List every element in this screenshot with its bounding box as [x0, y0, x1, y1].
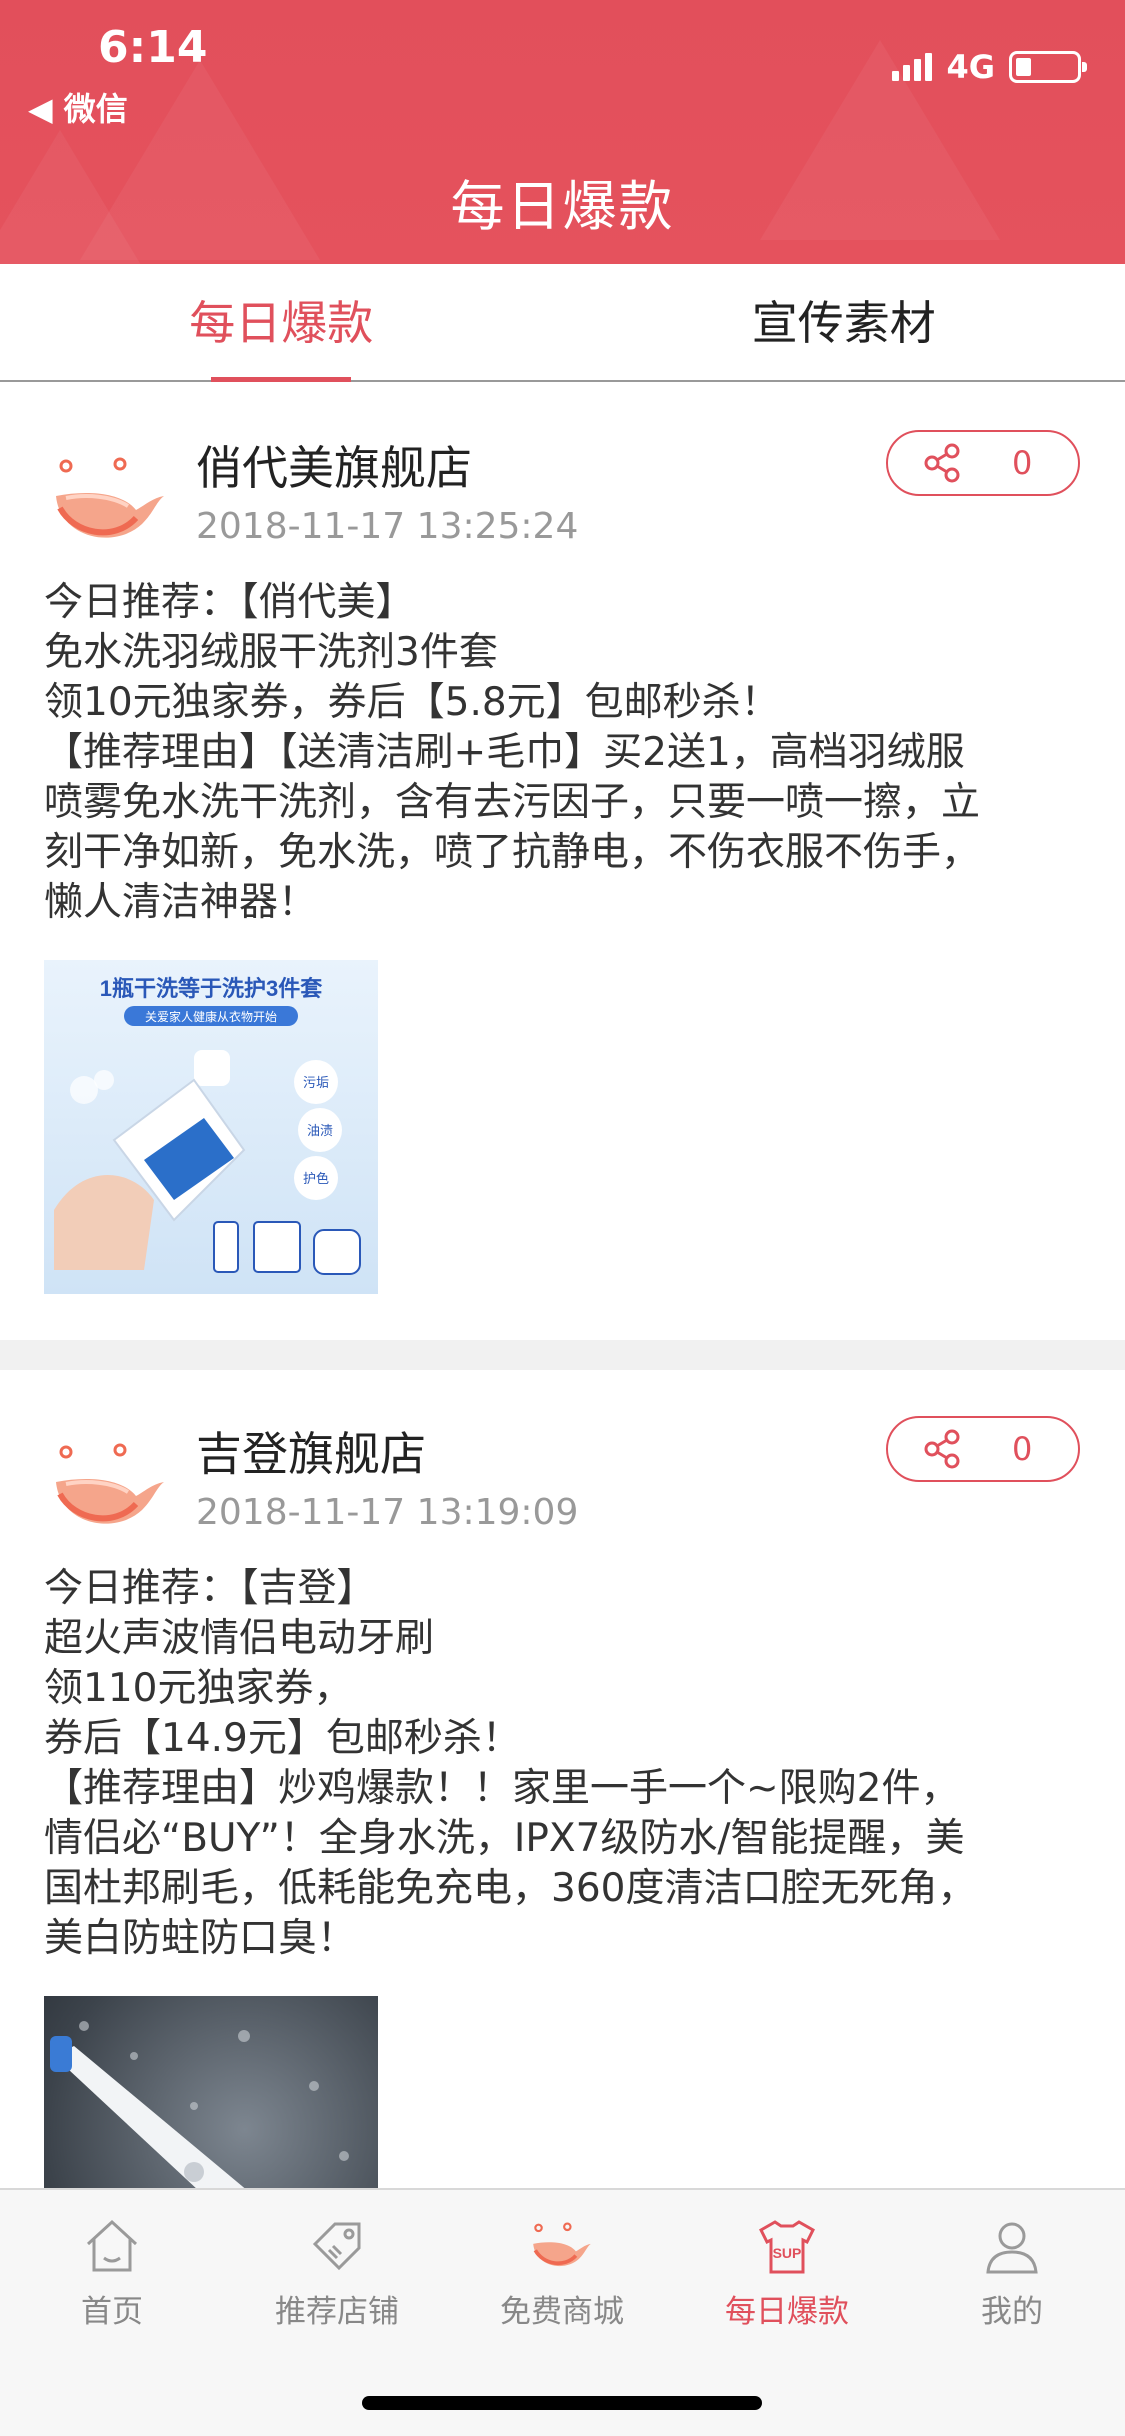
description-line: 懒人清洁神器！	[44, 880, 318, 925]
feature-tag: 护色	[303, 1171, 329, 1186]
post-description: 今日推荐：【俏代美】 免水洗羽绒服干洗剂3件套 领10元独家券，券后【5.8元】…	[44, 578, 1084, 928]
header-bar: 6:14 ◀ 微信 4G 每日爆款	[0, 0, 1125, 264]
home-icon	[86, 2219, 138, 2272]
feature-tag: 污垢	[303, 1075, 329, 1090]
product-image-dry-cleaner[interactable]: 1瓶干洗等于洗护3件套 关爱家人健康从衣物开始 污垢 油渍 护色	[44, 960, 378, 1294]
battery-level	[1016, 58, 1031, 76]
description-line: 刻干净如新，免水洗，喷了抗静电，不伤衣服不伤手，	[44, 830, 981, 875]
card-separator	[0, 1340, 1125, 1370]
nav-label: 每日爆款	[725, 2294, 849, 2330]
active-tab-underline	[211, 377, 352, 382]
nav-label: 推荐店铺	[275, 2294, 399, 2330]
post-timestamp: 2018-11-17 13:25:24	[196, 506, 579, 547]
description-line: 【推荐理由】炒鸡爆款！！家里一手一个~限购2件，	[44, 1766, 960, 1811]
nav-label: 我的	[981, 2294, 1043, 2330]
store-name[interactable]: 吉登旗舰店	[196, 1418, 426, 1484]
nav-item-profile[interactable]: 我的	[932, 2214, 1092, 2331]
description-line: 领110元独家券，	[44, 1666, 353, 1711]
tab-bar: 每日爆款 宣传素材	[0, 264, 1125, 382]
description-line: 今日推荐：【吉登】	[44, 1566, 376, 1611]
store-avatar-whale-icon	[56, 1443, 164, 1524]
shirt-sup-icon: SUP	[759, 2220, 815, 2274]
product-image-subline: 关爱家人健康从衣物开始	[145, 1009, 277, 1024]
post-timestamp: 2018-11-17 13:19:09	[196, 1492, 579, 1533]
nav-label: 免费商城	[500, 2294, 624, 2330]
store-avatar-whale-icon	[56, 457, 164, 538]
network-type: 4G	[946, 48, 995, 86]
status-time: 6:14	[98, 22, 208, 73]
whale-logo-icon	[533, 2222, 591, 2267]
share-button[interactable]: 0	[886, 430, 1080, 496]
post-feed: 俏代美旗舰店 2018-11-17 13:25:24 0 今日推荐：【俏代美】 …	[0, 384, 1125, 2330]
description-line: 喷雾免水洗干洗剂，含有去污因子，只要一喷一擦，立	[44, 780, 981, 825]
home-indicator[interactable]	[362, 2396, 762, 2410]
description-line: 领10元独家券，券后【5.8元】包邮秒杀！	[44, 680, 780, 725]
nav-item-recommended-stores[interactable]: 推荐店铺	[257, 2214, 417, 2331]
nav-item-home[interactable]: 首页	[32, 2214, 192, 2331]
battery-icon	[1009, 51, 1087, 83]
user-icon	[986, 2222, 1038, 2274]
nav-label: 首页	[81, 2294, 143, 2330]
page-title: 每日爆款	[450, 175, 675, 238]
share-icon	[924, 1429, 960, 1469]
store-name[interactable]: 俏代美旗舰店	[196, 432, 472, 498]
share-count: 0	[1012, 444, 1033, 482]
post-card: 吉登旗舰店 2018-11-17 13:19:09 0 今日推荐：【吉登】 超火…	[0, 1370, 1125, 2330]
share-icon	[924, 443, 960, 483]
product-image-headline: 1瓶干洗等于洗护3件套	[100, 976, 322, 1001]
description-line: 国杜邦刷毛，低耗能免充电，360度清洁口腔无死角，	[44, 1866, 977, 1911]
tab-label: 每日爆款	[189, 296, 374, 350]
product-photo: 1瓶干洗等于洗护3件套 关爱家人健康从衣物开始 污垢 油渍 护色	[54, 976, 361, 1275]
nav-item-daily-hot[interactable]: SUP 每日爆款	[707, 2214, 867, 2331]
description-line: 免水洗羽绒服干洗剂3件套	[44, 630, 498, 675]
post-description: 今日推荐：【吉登】 超火声波情侣电动牙刷 领110元独家券， 券后【14.9元】…	[44, 1564, 1084, 1964]
post-card: 俏代美旗舰店 2018-11-17 13:25:24 0 今日推荐：【俏代美】 …	[0, 384, 1125, 1340]
share-count: 0	[1012, 1430, 1033, 1468]
tab-daily-hot[interactable]: 每日爆款	[0, 264, 563, 382]
signal-icon	[892, 53, 933, 81]
share-button[interactable]: 0	[886, 1416, 1080, 1482]
tag-icon	[312, 2222, 361, 2271]
tab-promo-material[interactable]: 宣传素材	[563, 264, 1125, 380]
description-line: 美白防蛀防口臭！	[44, 1916, 357, 1961]
description-line: 情侣必“BUY”！全身水洗，IPX7级防水/智能提醒，美	[44, 1816, 965, 1861]
description-line: 今日推荐：【俏代美】	[44, 580, 415, 625]
nav-item-free-mall[interactable]: 免费商城	[482, 2214, 642, 2331]
back-to-wechat-link[interactable]: ◀ 微信	[28, 84, 128, 130]
description-line: 券后【14.9元】包邮秒杀！	[44, 1716, 521, 1761]
description-line: 超火声波情侣电动牙刷	[44, 1616, 435, 1661]
status-indicators: 4G	[892, 48, 1087, 86]
svg-text:SUP: SUP	[773, 2245, 802, 2261]
feature-tag: 油渍	[307, 1123, 333, 1138]
tab-label: 宣传素材	[751, 296, 936, 350]
description-line: 【推荐理由】【送清洁刷+毛巾】买2送1，高档羽绒服	[44, 730, 965, 775]
